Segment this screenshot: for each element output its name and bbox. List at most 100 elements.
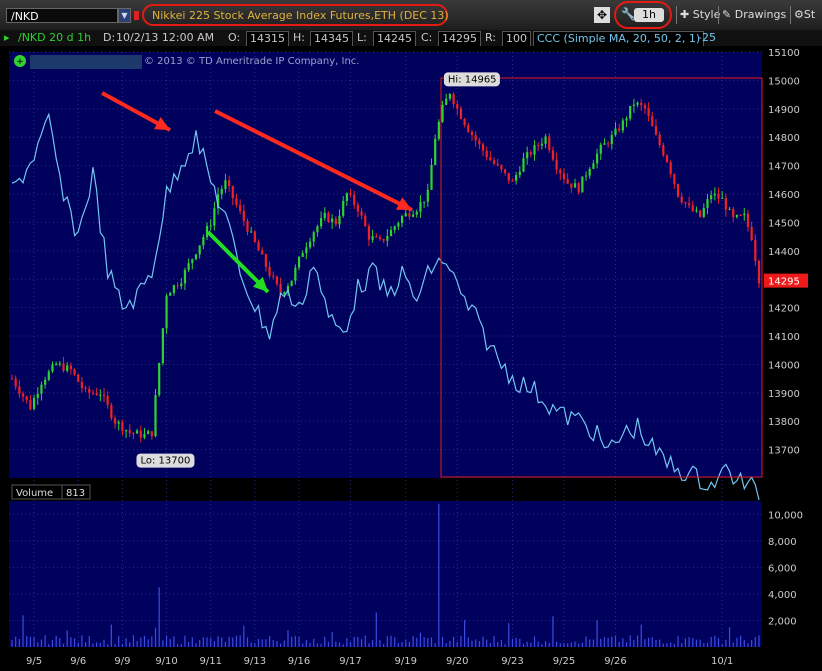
volume-bar	[40, 639, 43, 647]
candle-body	[14, 378, 17, 387]
high-label: Hi: 14965	[448, 74, 497, 85]
volume-bar	[570, 642, 572, 647]
crosshair-tool-icon[interactable]: ✥	[594, 7, 610, 23]
volume-bar	[243, 625, 245, 647]
price-chart[interactable]: 1370013800139001400014100142001430014400…	[0, 46, 822, 671]
volume-bar	[478, 640, 480, 647]
volume-panel[interactable]	[9, 501, 762, 647]
studies-button[interactable]: ⚙St	[794, 7, 815, 23]
volume-bar	[751, 640, 753, 647]
candle-body	[397, 223, 400, 227]
candle-body	[113, 418, 117, 424]
volume-bar	[26, 636, 28, 647]
volume-bar	[390, 635, 392, 647]
candle-body	[522, 158, 525, 172]
quote-info-bar: ▸ /NKD 20 d 1h D: 10/2/13 12:00 AM O: 14…	[0, 30, 822, 75]
volume-bar	[552, 616, 554, 647]
chevron-down-icon[interactable]: ▼	[118, 8, 131, 23]
volume-bar	[349, 641, 352, 647]
volume-bar	[44, 635, 46, 647]
volume-bar	[246, 637, 249, 647]
candle-body	[301, 253, 304, 257]
volume-bar	[544, 641, 547, 647]
candle-body	[95, 393, 98, 396]
candle-body	[235, 198, 238, 205]
volume-bar	[305, 640, 307, 647]
candle-body	[147, 431, 150, 435]
timeframe-highlight: 🔧 1h	[614, 1, 672, 29]
volume-bar	[522, 643, 525, 647]
volume-bar	[188, 642, 190, 647]
candle-body	[489, 157, 492, 161]
candle-body	[154, 394, 157, 437]
volume-bar	[659, 639, 661, 647]
volume-bar	[184, 635, 186, 647]
time-tick-label: 9/20	[446, 656, 468, 667]
timeframe-button[interactable]: 1h	[634, 8, 664, 22]
candle-body	[595, 153, 599, 164]
volume-bar	[500, 639, 503, 647]
volume-bar	[673, 643, 675, 647]
symbol-input[interactable]: /NKD	[6, 8, 118, 23]
price-tick-label: 14600	[768, 190, 800, 201]
candle-body	[364, 215, 367, 227]
volume-bar	[515, 637, 517, 647]
candle-body	[426, 189, 429, 202]
volume-bar	[648, 637, 650, 647]
candle-body	[353, 194, 356, 205]
candle-body	[323, 212, 326, 219]
candle-body	[386, 236, 389, 241]
study-name: CCC (Simple MA, 20, 50, 2, 1)	[533, 31, 705, 47]
volume-bar	[430, 637, 433, 647]
candle-body	[102, 394, 106, 396]
volume-bar	[110, 624, 112, 647]
drawings-button[interactable]: ✎ Drawings	[722, 7, 786, 23]
style-label: Style	[692, 8, 721, 21]
candle-body	[84, 387, 87, 389]
candle-body	[573, 183, 577, 188]
candle-body	[158, 363, 161, 395]
candle-body	[437, 121, 440, 139]
drawings-label: Drawings	[734, 8, 787, 21]
candle-body	[121, 422, 124, 432]
volume-bar	[316, 643, 319, 647]
candle-body	[551, 150, 555, 160]
volume-bar	[143, 635, 146, 647]
candle-body	[448, 93, 452, 99]
low-value: 14245	[373, 31, 416, 47]
volume-bar	[302, 643, 304, 647]
volume-bar	[132, 635, 135, 647]
candle-body	[610, 134, 613, 145]
volume-bar	[511, 638, 514, 647]
style-button[interactable]: ✚ Style	[680, 7, 720, 23]
time-tick-label: 10/1	[711, 656, 733, 667]
volume-bar	[471, 640, 473, 647]
volume-bar	[530, 642, 532, 647]
price-axis: 1370013800139001400014100142001430014400…	[768, 48, 800, 457]
candle-body	[55, 363, 58, 365]
volume-bar	[11, 639, 13, 647]
volume-bar	[88, 635, 90, 647]
volume-bar	[533, 636, 536, 647]
volume-bar	[758, 635, 760, 647]
time-tick-label: 9/13	[244, 656, 266, 667]
candle-body	[713, 193, 716, 196]
volume-bar	[456, 641, 458, 647]
volume-bar	[162, 640, 164, 647]
candle-body	[599, 144, 602, 154]
time-tick-label: 9/25	[553, 656, 575, 667]
volume-bar	[324, 636, 326, 647]
volume-bar	[66, 630, 68, 647]
candle-body	[710, 195, 713, 200]
open-value: 14315	[246, 31, 289, 47]
volume-bar	[504, 644, 506, 647]
candle-body	[548, 136, 551, 151]
candle-body	[367, 226, 371, 240]
candle-body	[503, 169, 507, 173]
time-tick-label: 9/11	[199, 656, 221, 667]
volume-bar	[397, 643, 399, 647]
toolbar-divider	[790, 6, 791, 24]
settings-icon[interactable]: +	[14, 55, 26, 67]
volume-bar	[625, 642, 628, 647]
volume-bar	[84, 642, 87, 647]
